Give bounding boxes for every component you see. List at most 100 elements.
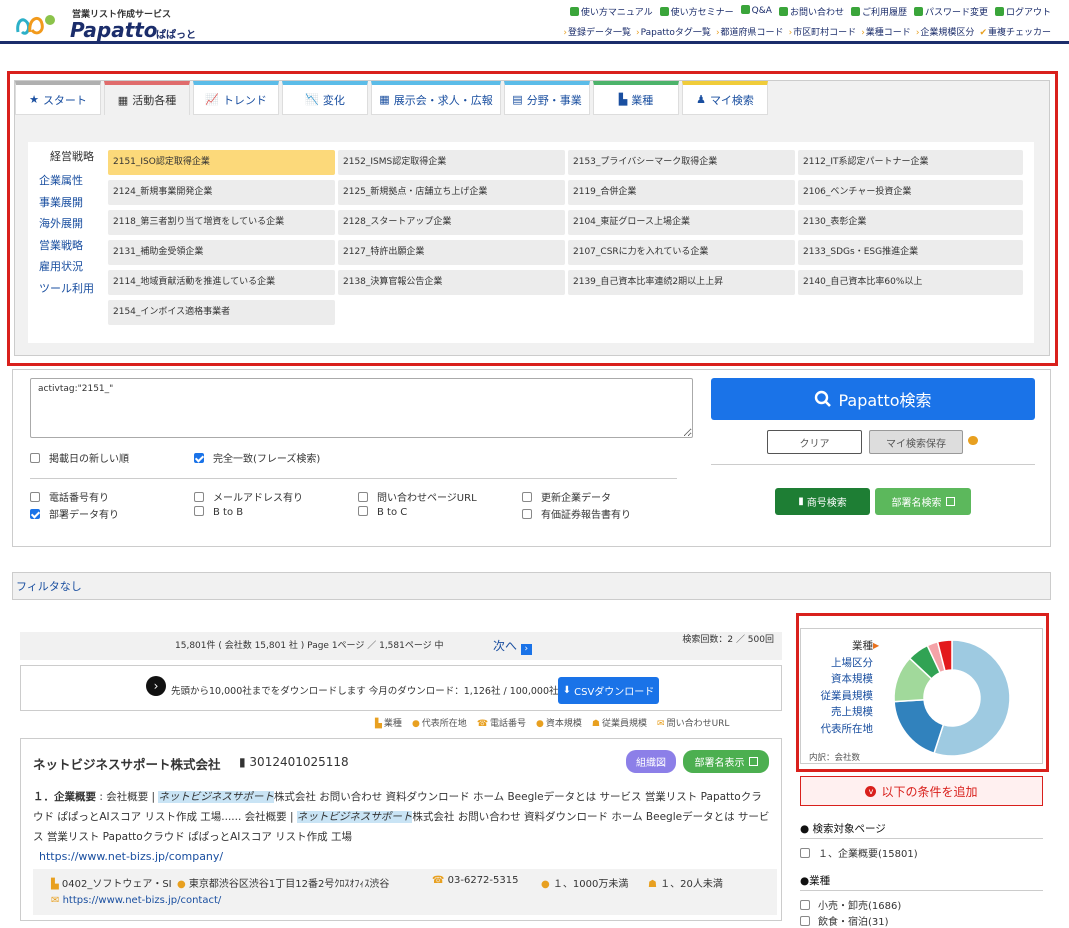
facet-page-item[interactable]: １、企業概要(15801): [800, 845, 918, 860]
nav-tag-list[interactable]: ›Papattoタグ一覧: [636, 25, 711, 38]
company-info-bar: ▙ 0402_ソフトウェア・SI ● 東京都渋谷区渋谷1丁目12番2号ｸﾛｽｵﾌ…: [33, 869, 777, 915]
chevron-right-icon: ›: [915, 28, 920, 38]
legend-phone: ☎ 電話番号: [476, 719, 527, 729]
result-summary: 15,801件 ( 会社数 15,801 社 ) Page 1ページ ／ 1,5…: [175, 641, 444, 651]
checkbox[interactable]: [800, 848, 810, 858]
dept-search-label: 部署名検索: [891, 498, 942, 509]
map-pin-icon: ●: [411, 719, 420, 729]
clear-button[interactable]: クリア: [767, 430, 862, 454]
nav-industry-code[interactable]: ›業種コード: [861, 25, 911, 38]
chevron-right-icon: ›: [635, 28, 640, 38]
nav-logout[interactable]: ログアウト: [994, 5, 1051, 18]
trade-search-label: 商号検索: [806, 498, 847, 509]
search-box: 掲載日の新しい順 完全一致(フレーズ検索) 電話番号有り メールアドレス有り 問…: [12, 369, 1051, 547]
checkbox[interactable]: [194, 506, 204, 516]
filter-email[interactable]: メールアドレス有り: [194, 489, 303, 504]
summary-heading: １．企業概要: [33, 791, 96, 803]
facet-industry-item[interactable]: 小売・卸売(1686): [800, 897, 901, 912]
checkbox-checked[interactable]: [30, 509, 40, 519]
checkbox[interactable]: [800, 900, 810, 910]
legend-address: ● 代表所在地: [411, 719, 467, 729]
checkbox[interactable]: [358, 492, 368, 502]
download-box: › 先頭から10,000社までをダウンロードします 今月のダウンロード：1,12…: [20, 665, 782, 711]
checkbox[interactable]: [30, 453, 40, 463]
opt-newest[interactable]: 掲載日の新しい順: [30, 450, 129, 465]
info-phone: ☎ 03-6272-5315: [432, 875, 519, 886]
next-arrow-icon: ›: [520, 644, 532, 655]
people-icon: ☗: [648, 879, 661, 890]
phone-icon: ☎: [476, 719, 489, 729]
help-bubble-icon[interactable]: [968, 436, 978, 445]
legend-industry: ▙ 業種: [375, 719, 402, 729]
company-url-link[interactable]: https://www.net-bizs.jp/company/: [39, 850, 223, 863]
logout-icon: [994, 7, 1004, 16]
mail-icon: [778, 7, 788, 16]
check-icon: ✔: [979, 28, 987, 38]
checkbox[interactable]: [800, 916, 810, 926]
filter-securities[interactable]: 有価証券報告書有り: [522, 506, 631, 521]
money-bag-icon: ●: [541, 879, 553, 890]
contact-url-link[interactable]: https://www.net-bizs.jp/contact/: [63, 895, 222, 906]
company-card: ネットビジネスサポート株式会社 ▮ 3012401025118 組織図 部署名表…: [20, 738, 782, 921]
question-icon: [740, 5, 750, 14]
csv-download-button[interactable]: ⬇ CSVダウンロード: [558, 677, 659, 704]
factory-icon: ▙: [375, 719, 382, 729]
logo-name: Papatto: [70, 18, 158, 42]
checkbox[interactable]: [358, 506, 368, 516]
nav-size-class[interactable]: ›企業規模区分: [916, 25, 975, 38]
nav-contact[interactable]: お問い合わせ: [778, 5, 844, 18]
factory-icon: ▙: [51, 879, 62, 890]
opt-exact[interactable]: 完全一致(フレーズ検索): [194, 450, 320, 465]
filter-dept[interactable]: 部署データ有り: [30, 506, 119, 521]
key-icon: [913, 7, 923, 16]
chevron-right-icon: ›: [861, 28, 865, 38]
dept-name-search-button[interactable]: 部署名検索: [875, 488, 971, 515]
nav-password[interactable]: パスワード変更: [913, 5, 988, 18]
checkbox[interactable]: [30, 492, 40, 502]
nav-dup-checker[interactable]: ✔重複チェッカー: [979, 25, 1051, 38]
highlight-frame-chart: [796, 613, 1049, 772]
sub-nav: ›登録データ一覧 ›Papattoタグ一覧 ›都道府県コード ›市区町村コード …: [563, 25, 1051, 38]
nav-qa[interactable]: Q&A: [740, 5, 772, 18]
org-chart-button[interactable]: 組織図: [626, 750, 676, 773]
facet-industry-title: ●業種: [800, 875, 831, 887]
dept-display-button[interactable]: 部署名表示: [683, 750, 769, 773]
nav-seminar[interactable]: 使い方セミナー: [659, 5, 734, 18]
nav-history[interactable]: ご利用履歴: [850, 5, 907, 18]
checkbox[interactable]: [522, 509, 532, 519]
external-link-icon: [945, 497, 955, 506]
next-page-link[interactable]: 次へ ›: [493, 632, 532, 660]
add-condition-button[interactable]: v 以下の条件を追加: [800, 776, 1043, 806]
corporate-number: ▮ 3012401025118: [239, 755, 349, 769]
filter-bar: フィルタなし: [12, 572, 1051, 600]
filter-phone[interactable]: 電話番号有り: [30, 489, 109, 504]
highlight-frame-tags: [7, 71, 1058, 366]
papatto-search-button[interactable]: Papatto検索: [711, 378, 1035, 420]
nav-manual[interactable]: 使い方マニュアル: [569, 5, 653, 18]
info-contact: ✉ https://www.net-bizs.jp/contact/: [51, 895, 221, 906]
company-name[interactable]: ネットビジネスサポート株式会社: [33, 754, 221, 773]
query-textarea[interactable]: [30, 378, 693, 438]
filter-btoc[interactable]: B to C: [358, 506, 407, 518]
nav-pref-code[interactable]: ›都道府県コード: [716, 25, 784, 38]
save-search-button[interactable]: マイ検索保存: [869, 430, 963, 454]
nav-city-code[interactable]: ›市区町村コード: [789, 25, 857, 38]
trade-name-search-button[interactable]: ▮ 商号検索: [775, 488, 870, 515]
pager: 15,801件 ( 会社数 15,801 社 ) Page 1ページ ／ 1,5…: [20, 632, 782, 660]
no-filter-link[interactable]: フィルタなし: [16, 580, 82, 593]
logo-name-kana: ぱぱっと: [156, 30, 196, 41]
map-pin-icon: ●: [177, 879, 189, 890]
nav-data-list[interactable]: ›登録データ一覧: [563, 25, 631, 38]
filter-contact-url[interactable]: 問い合わせページURL: [358, 489, 477, 504]
people-icon: ☗: [591, 719, 600, 729]
field-legend: ▙ 業種 ● 代表所在地 ☎ 電話番号 ● 資本規模 ☗ 従業員規模 ✉ 問い合わせURL: [375, 716, 729, 729]
facet-page-title: ● 検索対象ページ: [800, 823, 886, 835]
chevron-right-icon: ›: [715, 28, 720, 38]
filter-btob[interactable]: B to B: [194, 506, 243, 518]
checkbox[interactable]: [194, 492, 204, 502]
checkbox[interactable]: [522, 492, 532, 502]
info-address: ● 東京都渋谷区渋谷1丁目12番2号ｸﾛｽｵﾌｨｽ渋谷: [177, 879, 390, 890]
checkbox-checked[interactable]: [194, 453, 204, 463]
filter-updated[interactable]: 更新企業データ: [522, 489, 611, 504]
chevron-right-icon: ›: [788, 28, 793, 38]
